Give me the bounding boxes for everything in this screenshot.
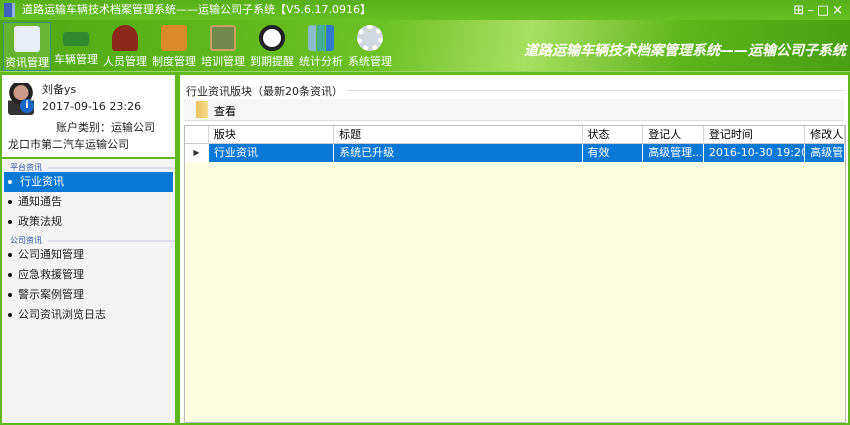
action-bar: 查看 <box>184 99 844 121</box>
table-header: 版块 标题 状态 登记人 登记时间 修改人 <box>185 126 846 144</box>
column-header[interactable]: 标题 <box>334 126 583 143</box>
info-icon: i <box>20 99 34 113</box>
folder-icon <box>196 101 208 118</box>
toolbar-personnel[interactable]: 人员管理 <box>101 22 149 71</box>
left-panel: i 刘备ys 2017-09-16 23:26 账户类别：运输公司 龙口市第二汽… <box>0 73 177 425</box>
table-cell: 有效 <box>583 144 644 162</box>
column-header[interactable]: 登记人 <box>643 126 704 143</box>
nav-notices[interactable]: 通知通告 <box>2 192 175 212</box>
nav-emergency-rescue[interactable]: 应急救援管理 <box>2 265 175 285</box>
table-cell: 行业资讯 <box>209 144 335 162</box>
table-cell: 高级管 <box>805 144 846 162</box>
main-toolbar: 资讯管理 车辆管理 人员管理 制度管理 培训管理 到期提醒 统计分析 系统管理 … <box>0 20 850 72</box>
news-table[interactable]: 版块 标题 状态 登记人 登记时间 修改人 ▶ 行业资讯 系统已升级 有效 高级… <box>184 125 846 423</box>
column-header[interactable]: 版块 <box>209 126 335 143</box>
column-header[interactable]: 状态 <box>583 126 644 143</box>
toolbar-system[interactable]: 系统管理 <box>346 22 394 71</box>
window-title: 道路运输车辆技术档案管理系统——运输公司子系统【V5.6.17.0916】 <box>22 3 372 16</box>
brand-title: 道路运输车辆技术档案管理系统——运输公司子系统 <box>524 43 846 59</box>
view-label: 查看 <box>214 105 236 118</box>
bar-chart-icon <box>308 25 334 51</box>
title-bar: 道路运输车辆技术档案管理系统——运输公司子系统【V5.6.17.0916】 ⊞–… <box>0 0 850 20</box>
toolbar-reminder[interactable]: 到期提醒 <box>248 22 296 71</box>
blackboard-icon <box>210 25 236 51</box>
column-header[interactable]: 登记时间 <box>704 126 806 143</box>
window-controls[interactable]: ⊞–□× <box>793 1 846 21</box>
user-name: 刘备ys <box>42 83 77 96</box>
column-header[interactable]: 修改人 <box>805 126 846 143</box>
table-cell: 高级管理... <box>643 144 704 162</box>
nav-company-notice[interactable]: 公司通知管理 <box>2 245 175 265</box>
company-name: 龙口市第二汽车运输公司 <box>8 138 129 151</box>
nav-policies[interactable]: 政策法规 <box>2 212 175 232</box>
nav-browse-log[interactable]: 公司资讯浏览日志 <box>2 305 175 325</box>
content-panel: 行业资讯版块（最新20条资讯） 查看 版块 标题 状态 登记人 登记时间 修改人… <box>178 73 850 425</box>
account-type: 账户类别：运输公司 <box>56 121 155 134</box>
toolbar-statistics[interactable]: 统计分析 <box>297 22 345 71</box>
clock-icon <box>259 25 285 51</box>
app-icon <box>4 3 15 17</box>
person-icon <box>112 25 138 51</box>
section-platform-news: 平台资讯 <box>2 159 175 172</box>
table-row[interactable]: ▶ 行业资讯 系统已升级 有效 高级管理... 2016-10-30 19:20… <box>185 144 846 162</box>
row-indicator-icon: ▶ <box>185 144 209 162</box>
toolbar-policy[interactable]: 制度管理 <box>150 22 198 71</box>
nav-industry-news[interactable]: 行业资讯 <box>4 172 173 192</box>
truck-icon <box>63 32 89 46</box>
document-icon <box>14 26 40 52</box>
table-cell: 系统已升级 <box>334 144 583 162</box>
book-icon <box>161 25 187 51</box>
toolbar-training[interactable]: 培训管理 <box>199 22 247 71</box>
user-info: i 刘备ys 2017-09-16 23:26 账户类别：运输公司 龙口市第二汽… <box>2 75 175 159</box>
gear-icon <box>357 25 383 51</box>
table-cell: 2016-10-30 19:20 <box>704 144 806 162</box>
group-title: 行业资讯版块（最新20条资讯） <box>186 83 347 99</box>
section-company-news: 公司资讯 <box>2 232 175 245</box>
nav-warning-cases[interactable]: 警示案例管理 <box>2 285 175 305</box>
toolbar-news[interactable]: 资讯管理 <box>3 22 51 71</box>
toolbar-vehicle[interactable]: 车辆管理 <box>52 22 100 71</box>
login-time: 2017-09-16 23:26 <box>42 100 142 113</box>
